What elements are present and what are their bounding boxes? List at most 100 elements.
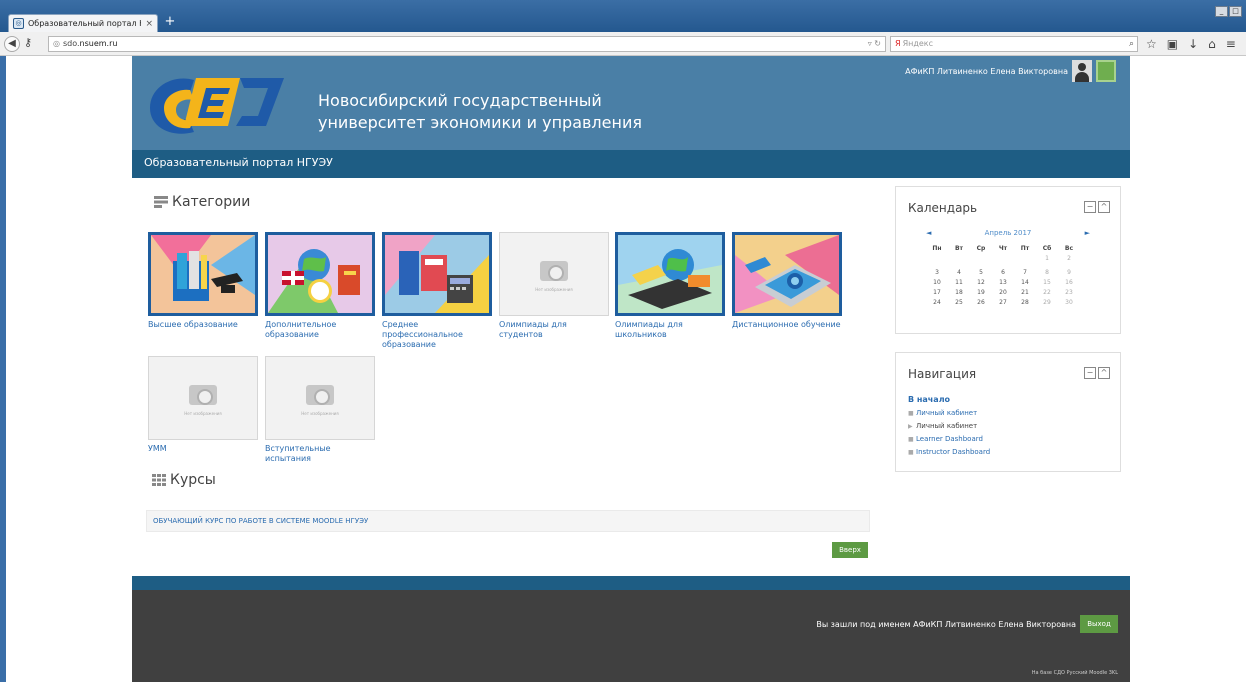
- window-left-edge: [0, 56, 6, 682]
- category-tile[interactable]: Среднее профессиональное образование: [382, 232, 494, 350]
- nav-item-label[interactable]: Instructor Dashboard: [916, 448, 990, 456]
- minimize-block-icon[interactable]: −: [1084, 201, 1096, 213]
- category-label[interactable]: Дополнительное образование: [265, 320, 377, 340]
- university-name: Новосибирский государственный университе…: [318, 90, 642, 134]
- category-image[interactable]: [732, 232, 842, 316]
- back-to-top-button[interactable]: Вверх: [832, 542, 868, 558]
- weekday-label: Пн: [932, 244, 942, 252]
- nav-item[interactable]: ▶ Личный кабинет: [908, 420, 990, 433]
- category-label[interactable]: Дистанционное обучение: [732, 320, 844, 330]
- nav-item[interactable]: ■ Learner Dashboard: [908, 433, 990, 446]
- url-host: nsuem.ru: [79, 39, 118, 48]
- nav-item-label[interactable]: Learner Dashboard: [916, 435, 983, 443]
- category-tile[interactable]: Олимпиады для школьников: [615, 232, 727, 340]
- nav-item[interactable]: ■ Личный кабинет: [908, 407, 990, 420]
- home-icon[interactable]: ⌂: [1208, 37, 1216, 51]
- category-tile[interactable]: Нет изображения Олимпиады для студентов: [499, 232, 611, 340]
- portal-title[interactable]: Образовательный портал НГУЭУ: [144, 156, 333, 169]
- calendar-block: Календарь − ^ ◄ Апрель 2017 ► Пн Вт Ср Ч…: [895, 186, 1121, 334]
- course-link[interactable]: ОБУЧАЮЩИЙ КУРС ПО РАБОТЕ В СИСТЕМЕ MOODL…: [153, 517, 368, 525]
- browser-tab[interactable]: ◎ Образовательный портал Н... ×: [8, 14, 158, 32]
- nav-home-link[interactable]: В начало: [908, 395, 950, 404]
- yandex-icon: Я: [895, 39, 901, 48]
- course-list-item: ОБУЧАЮЩИЙ КУРС ПО РАБОТЕ В СИСТЕМЕ MOODL…: [146, 510, 870, 532]
- category-label[interactable]: Высшее образование: [148, 320, 260, 330]
- close-tab-icon[interactable]: ×: [145, 19, 153, 29]
- calendar-month[interactable]: Апрель 2017: [910, 229, 1106, 237]
- university-logo[interactable]: [144, 68, 286, 134]
- category-tile[interactable]: Нет изображения Вступительные испытания: [265, 356, 377, 464]
- calendar-day: [970, 253, 992, 263]
- category-tile[interactable]: Дистанционное обучение: [732, 232, 844, 330]
- calendar-day: [1014, 253, 1036, 263]
- avatar[interactable]: [1072, 60, 1092, 82]
- reload-icon[interactable]: ▿ ↻: [868, 37, 881, 51]
- category-tile[interactable]: Нет изображения УММ: [148, 356, 260, 454]
- calendar-day: 6: [1001, 268, 1005, 276]
- address-bar[interactable]: ◎ sdo.nsuem.ru ▿ ↻: [48, 36, 886, 52]
- search-input[interactable]: Я Яндекс ⌕: [890, 36, 1138, 52]
- user-menu-area: АФиКП Литвиненко Елена Викторовна: [905, 60, 1116, 82]
- weekday-label: Ср: [976, 244, 986, 252]
- noimage-text: Нет изображения: [301, 411, 339, 416]
- categories-heading: Категории: [154, 194, 250, 210]
- category-label[interactable]: Олимпиады для школьников: [615, 320, 727, 340]
- courses-icon: [152, 474, 166, 486]
- user-name-link[interactable]: АФиКП Литвиненко Елена Викторовна: [905, 67, 1068, 76]
- logged-in-as-text: Вы зашли под именем АФиКП Литвиненко Еле…: [816, 620, 1076, 629]
- calendar-day: [992, 253, 1014, 263]
- category-tile[interactable]: Дополнительное образование: [265, 232, 377, 340]
- nav-list: ■ Личный кабинет ▶ Личный кабинет ■ Learner…: [908, 407, 990, 459]
- menu-icon[interactable]: ≡: [1226, 37, 1236, 51]
- category-image-placeholder[interactable]: Нет изображения: [148, 356, 258, 440]
- category-tile[interactable]: Высшее образование: [148, 232, 260, 330]
- block-controls: − ^: [1084, 201, 1110, 213]
- category-label[interactable]: Вступительные испытания: [265, 444, 377, 464]
- category-image[interactable]: [148, 232, 258, 316]
- category-label[interactable]: Среднее профессиональное образование: [382, 320, 494, 350]
- calendar-day: 9: [1067, 268, 1071, 276]
- next-month-icon[interactable]: ►: [1085, 229, 1090, 237]
- expand-arrow-icon[interactable]: ▶: [908, 421, 916, 433]
- calendar-day: 30: [1065, 298, 1073, 306]
- bookmark-star-icon[interactable]: ☆: [1146, 37, 1157, 51]
- calendar-day: 24: [933, 298, 941, 306]
- calendar-week-row: 24 25 26 27 28 29 30: [926, 297, 1080, 307]
- minimize-block-icon[interactable]: −: [1084, 367, 1096, 379]
- weekday-label: Пт: [1020, 244, 1030, 252]
- calendar-day: 5: [979, 268, 983, 276]
- download-icon[interactable]: ↓: [1188, 37, 1198, 51]
- collapse-block-icon[interactable]: ^: [1098, 201, 1110, 213]
- search-icon[interactable]: ⌕: [1129, 37, 1134, 51]
- new-tab-button[interactable]: +: [162, 15, 178, 30]
- courses-heading: Курсы: [152, 472, 216, 488]
- category-image[interactable]: [615, 232, 725, 316]
- category-image-placeholder[interactable]: Нет изображения: [265, 356, 375, 440]
- maximize-icon[interactable]: □: [1229, 6, 1242, 17]
- category-label[interactable]: Олимпиады для студентов: [499, 320, 611, 340]
- weekday-label: Вт: [954, 244, 964, 252]
- collapse-block-icon[interactable]: ^: [1098, 367, 1110, 379]
- bullet-icon: ■: [908, 410, 914, 417]
- clipboard-icon[interactable]: ▣: [1167, 37, 1178, 51]
- navigation-block: Навигация − ^ В начало ■ Личный кабинет ▶…: [895, 352, 1121, 472]
- calendar-day: 29: [1043, 298, 1051, 306]
- calendar-day: 1: [1045, 254, 1049, 262]
- user-menu-button[interactable]: [1096, 60, 1116, 82]
- category-image[interactable]: [382, 232, 492, 316]
- nav-item-label[interactable]: Личный кабинет: [916, 422, 977, 430]
- minimize-icon[interactable]: _: [1215, 6, 1228, 17]
- nav-item-label[interactable]: Личный кабинет: [916, 409, 977, 417]
- tab-title: Образовательный портал Н...: [28, 19, 142, 28]
- category-image-placeholder[interactable]: Нет изображения: [499, 232, 609, 316]
- globe-icon: ◎: [13, 18, 24, 29]
- calendar-day: 3: [935, 268, 939, 276]
- nav-item[interactable]: ■ Instructor Dashboard: [908, 446, 990, 459]
- category-image[interactable]: [265, 232, 375, 316]
- calendar-day: 23: [1065, 288, 1073, 296]
- back-icon[interactable]: ◀: [4, 36, 20, 52]
- category-label[interactable]: УММ: [148, 444, 260, 454]
- noimage-text: Нет изображения: [535, 287, 573, 292]
- site-icon: ◎: [53, 39, 60, 48]
- logout-button[interactable]: Выход: [1080, 615, 1118, 633]
